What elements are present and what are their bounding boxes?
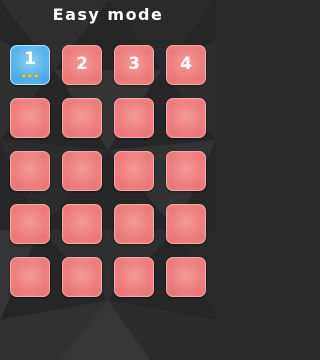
level-number: 1 (24, 49, 36, 69)
level-tile[interactable] (114, 257, 154, 297)
level-tile[interactable]: 3 (114, 45, 154, 85)
level-tile[interactable] (114, 151, 154, 191)
level-stars: ★★★ (11, 72, 49, 80)
level-number: 4 (180, 54, 192, 74)
level-tile[interactable] (166, 98, 206, 138)
level-tile[interactable] (62, 204, 102, 244)
level-tile[interactable] (166, 257, 206, 297)
level-tile[interactable]: 1 ★★★ (10, 45, 50, 85)
level-tile[interactable] (114, 98, 154, 138)
level-number: 3 (128, 54, 140, 74)
level-tile[interactable] (10, 257, 50, 297)
level-tile[interactable] (10, 151, 50, 191)
level-tile[interactable] (10, 204, 50, 244)
star-icon: ★ (33, 72, 40, 80)
page-title: Easy mode (52, 5, 164, 24)
level-tile[interactable]: 2 (62, 45, 102, 85)
level-grid: 1 ★★★ 2 3 4 (10, 45, 206, 345)
level-tile[interactable] (166, 151, 206, 191)
level-tile[interactable] (10, 98, 50, 138)
level-tile[interactable]: 4 (166, 45, 206, 85)
level-number: 2 (76, 54, 88, 74)
level-tile[interactable] (62, 151, 102, 191)
level-tile[interactable] (166, 204, 206, 244)
level-tile[interactable] (62, 257, 102, 297)
level-tile[interactable] (114, 204, 154, 244)
level-tile[interactable] (62, 98, 102, 138)
